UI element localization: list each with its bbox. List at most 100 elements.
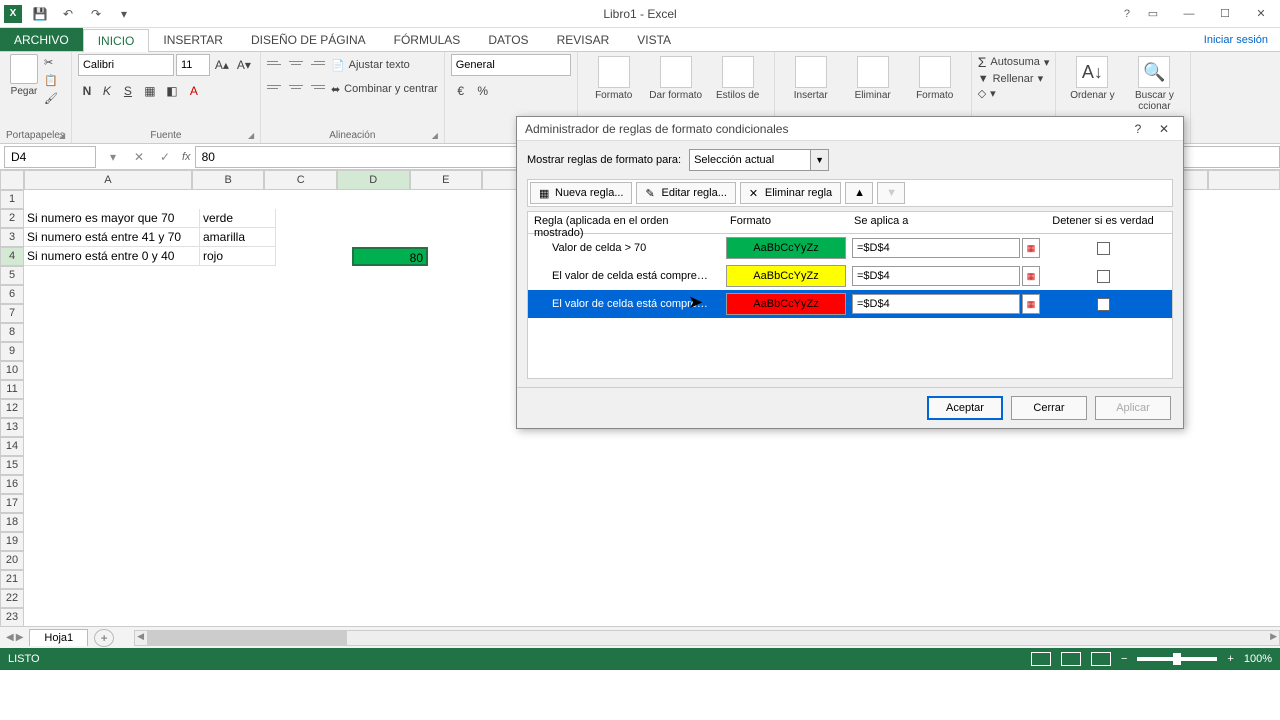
align-buttons[interactable]: [267, 54, 325, 100]
copy-icon[interactable]: 📋: [44, 72, 64, 88]
row-header-1[interactable]: 1: [0, 190, 24, 209]
rule-row-2[interactable]: El valor de celda está comprendi... AaBb…: [528, 262, 1172, 290]
merge-center-button[interactable]: ⬌ Combinar y centrar: [331, 78, 438, 100]
new-rule-button[interactable]: ▦Nueva regla...: [530, 182, 632, 204]
fill-button[interactable]: ▼Rellenar ▾: [978, 72, 1050, 85]
zoom-level[interactable]: 100%: [1244, 653, 1272, 665]
cut-icon[interactable]: ✂: [44, 54, 64, 70]
border-icon[interactable]: ▦: [140, 80, 160, 102]
zoom-slider[interactable]: [1137, 657, 1217, 661]
signin-link[interactable]: Iniciar sesión: [1192, 28, 1280, 51]
tab-insertar[interactable]: INSERTAR: [149, 28, 237, 51]
decrease-font-icon[interactable]: A▾: [234, 54, 254, 76]
select-all-corner[interactable]: [0, 170, 24, 190]
col-header-b[interactable]: B: [192, 170, 265, 190]
stop-checkbox-3[interactable]: [1097, 298, 1110, 311]
move-up-button[interactable]: ▲: [845, 182, 873, 204]
cell-a4[interactable]: Si numero está entre 0 y 40: [24, 247, 200, 266]
range-picker-icon[interactable]: ▦: [1022, 238, 1040, 258]
tab-inicio[interactable]: INICIO: [83, 29, 150, 52]
bold-button[interactable]: N: [78, 80, 96, 102]
aplicar-button[interactable]: Aplicar: [1095, 396, 1171, 420]
tab-formulas[interactable]: FÓRMULAS: [380, 28, 475, 51]
fuente-launcher-icon[interactable]: ◢: [248, 131, 258, 141]
alineacion-launcher-icon[interactable]: ◢: [432, 131, 442, 141]
sheet-nav-prev-icon[interactable]: ◀: [6, 632, 14, 643]
row-header-2[interactable]: 2: [0, 209, 24, 228]
tab-diseno[interactable]: DISEÑO DE PÁGINA: [237, 28, 380, 51]
italic-button[interactable]: K: [98, 80, 116, 102]
clear-button[interactable]: ◇ ▾: [978, 87, 1050, 100]
font-size-select[interactable]: 11: [176, 54, 210, 76]
col-header-d[interactable]: D: [337, 170, 410, 190]
cell-b3[interactable]: amarilla: [200, 228, 276, 247]
range-picker-icon[interactable]: ▦: [1022, 266, 1040, 286]
cell-b2[interactable]: verde: [200, 209, 276, 228]
cell-d4[interactable]: 80: [352, 247, 428, 266]
cell-a3[interactable]: Si numero está entre 41 y 70: [24, 228, 200, 247]
underline-button[interactable]: S: [118, 80, 138, 102]
scope-select[interactable]: Selección actual ▼: [689, 149, 829, 171]
qat-customize-icon[interactable]: ▾: [114, 4, 134, 24]
rule-row-3[interactable]: El valor de celda está comprendi... AaBb…: [528, 290, 1172, 318]
number-format-select[interactable]: General: [451, 54, 571, 76]
close-icon[interactable]: ✕: [1248, 4, 1274, 24]
zoom-in-icon[interactable]: +: [1227, 653, 1233, 665]
autosum-button[interactable]: ΣAutosuma ▾: [978, 54, 1050, 70]
range-picker-icon[interactable]: ▦: [1022, 294, 1040, 314]
tab-vista[interactable]: VISTA: [623, 28, 685, 51]
undo-icon[interactable]: ↶: [58, 4, 78, 24]
scrollbar-thumb[interactable]: [147, 631, 347, 645]
wrap-text-button[interactable]: 📄 Ajustar texto: [331, 54, 438, 76]
dialog-help-icon[interactable]: ?: [1127, 119, 1149, 139]
row-header-4[interactable]: 4: [0, 247, 24, 266]
stop-checkbox-2[interactable]: [1097, 270, 1110, 283]
tab-revisar[interactable]: REVISAR: [543, 28, 624, 51]
tab-archivo[interactable]: ARCHIVO: [0, 28, 83, 51]
font-color-icon[interactable]: A: [184, 80, 204, 102]
paste-button[interactable]: Pegar: [6, 54, 42, 102]
fx-icon[interactable]: fx: [182, 151, 191, 163]
portapapeles-launcher-icon[interactable]: ◢: [59, 131, 69, 141]
range-input-3[interactable]: [852, 294, 1020, 314]
horizontal-scrollbar[interactable]: ◀ ▶: [134, 630, 1280, 646]
move-down-button[interactable]: ▼: [877, 182, 905, 204]
aceptar-button[interactable]: Aceptar: [927, 396, 1003, 420]
row-header-3[interactable]: 3: [0, 228, 24, 247]
minimize-icon[interactable]: —: [1176, 4, 1202, 24]
cancel-icon[interactable]: ✕: [128, 147, 150, 167]
fill-color-icon[interactable]: ◧: [162, 80, 182, 102]
maximize-icon[interactable]: ☐: [1212, 4, 1238, 24]
range-input-1[interactable]: [852, 238, 1020, 258]
redo-icon[interactable]: ↷: [86, 4, 106, 24]
currency-icon[interactable]: €: [451, 80, 471, 102]
increase-font-icon[interactable]: A▴: [212, 54, 232, 76]
zoom-out-icon[interactable]: −: [1121, 653, 1127, 665]
tab-datos[interactable]: DATOS: [474, 28, 542, 51]
dialog-close-icon[interactable]: ✕: [1153, 119, 1175, 139]
ribbon-options-icon[interactable]: ▭: [1140, 4, 1166, 24]
help-icon[interactable]: ?: [1124, 8, 1130, 20]
add-sheet-button[interactable]: +: [94, 629, 114, 647]
cell-a2[interactable]: Si numero es mayor que 70: [24, 209, 200, 228]
pagebreak-view-icon[interactable]: [1091, 652, 1111, 666]
font-name-select[interactable]: Calibri: [78, 54, 174, 76]
cerrar-button[interactable]: Cerrar: [1011, 396, 1087, 420]
normal-view-icon[interactable]: [1031, 652, 1051, 666]
col-header-a[interactable]: A: [24, 170, 192, 190]
rule-row-1[interactable]: Valor de celda > 70 AaBbCcYyZz ▦: [528, 234, 1172, 262]
save-icon[interactable]: 💾: [30, 4, 50, 24]
cell-b4[interactable]: rojo: [200, 247, 276, 266]
stop-checkbox-1[interactable]: [1097, 242, 1110, 255]
col-header-e[interactable]: E: [410, 170, 483, 190]
sheet-tab-hoja1[interactable]: Hoja1: [29, 629, 88, 646]
percent-icon[interactable]: %: [473, 80, 493, 102]
name-box[interactable]: D4: [4, 146, 96, 168]
row-headers[interactable]: 1 2 3 4 5 6 7 8 9 10 11 12 13 14 15 16 1…: [0, 190, 24, 626]
sheet-nav-next-icon[interactable]: ▶: [16, 632, 24, 643]
range-input-2[interactable]: [852, 266, 1020, 286]
delete-rule-button[interactable]: ✕Eliminar regla: [740, 182, 841, 204]
dropdown-icon[interactable]: ▾: [102, 147, 124, 167]
edit-rule-button[interactable]: ✎Editar regla...: [636, 182, 735, 204]
pagelayout-view-icon[interactable]: [1061, 652, 1081, 666]
